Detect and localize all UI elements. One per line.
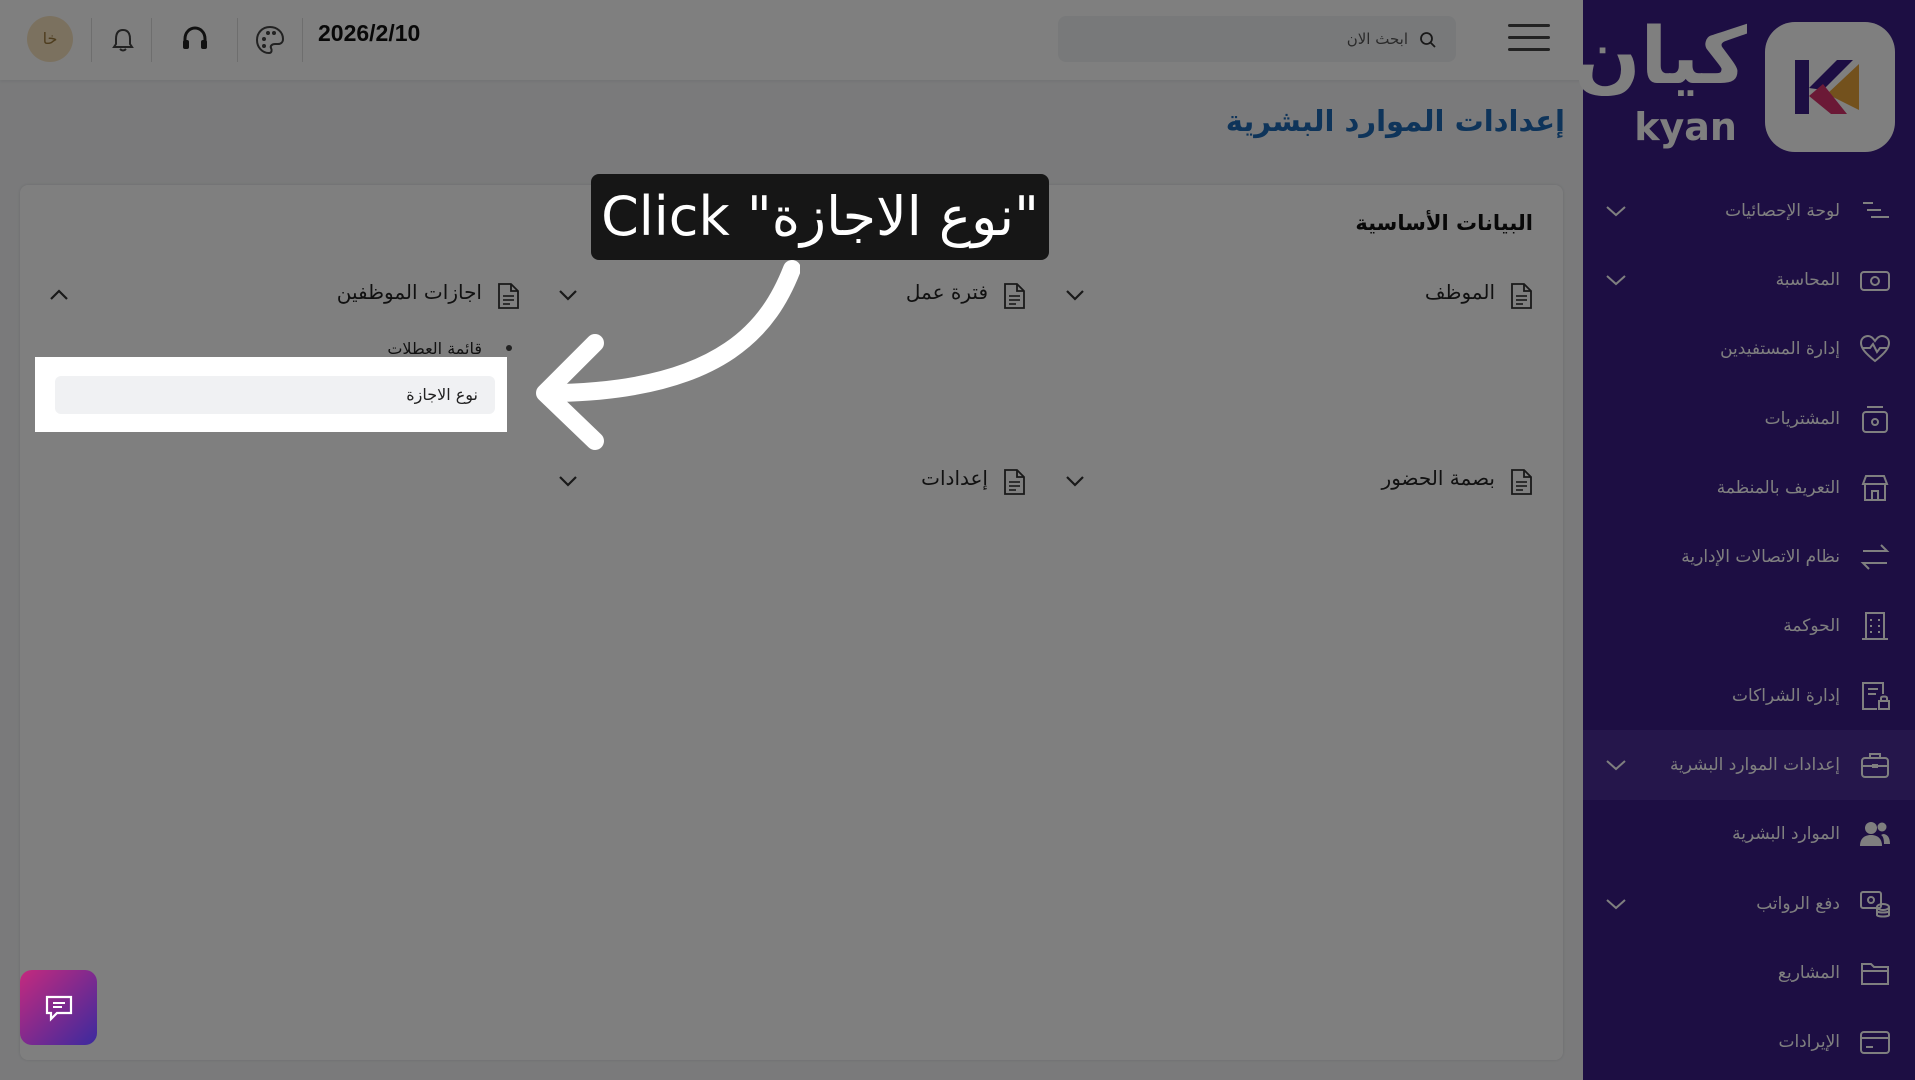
pointer-arrow-icon <box>536 260 800 450</box>
submenu-label: نوع الاجازة <box>406 385 478 404</box>
chat-button[interactable] <box>20 970 97 1045</box>
tutorial-overlay <box>0 0 1915 1080</box>
chat-icon <box>45 995 73 1022</box>
spotlight-highlight: نوع الاجازة <box>35 357 507 432</box>
tutorial-callout: Click "نوع الاجازة" <box>591 174 1049 260</box>
submenu-item-leave-type[interactable]: نوع الاجازة <box>55 376 495 414</box>
